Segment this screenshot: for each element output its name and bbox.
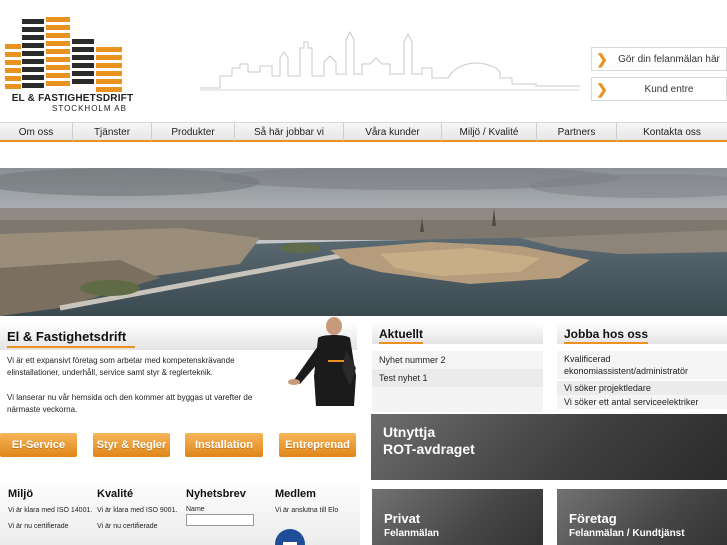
medlem-text: Vi är anslutna till Elo bbox=[275, 507, 339, 514]
foretag-subtitle: Felanmälan / Kundtjänst bbox=[569, 528, 685, 539]
kvalite-more-text: Vi är nu certifierade bbox=[97, 523, 158, 530]
aktuellt-title: Aktuellt bbox=[379, 327, 424, 341]
report-fault-button[interactable]: ❯ Gör din felanmälan här bbox=[591, 47, 727, 71]
intro-title-underline bbox=[7, 346, 135, 348]
jobba-panel: Jobba hos oss Kvalificerad ekonomiassist… bbox=[557, 322, 727, 412]
jobba-underline bbox=[564, 342, 648, 344]
privat-felanmalan-button[interactable]: Privat Felanmälan bbox=[372, 489, 543, 545]
city-skyline-illustration bbox=[200, 30, 580, 91]
job-item[interactable]: Kvalificerad ekonomiassistent/administra… bbox=[557, 351, 727, 379]
el-service-button[interactable]: El-Service bbox=[0, 433, 77, 457]
nav-item-tjanster[interactable]: Tjänster bbox=[73, 123, 152, 141]
nav-item-produkter[interactable]: Produkter bbox=[152, 123, 235, 141]
site-header: EL & FASTIGHETSDRIFT STOCKHOLM AB ❯ Gör … bbox=[0, 0, 727, 120]
privat-subtitle: Felanmälan bbox=[384, 528, 440, 539]
entreprenad-button[interactable]: Entreprenad bbox=[279, 433, 356, 457]
news-empty-row bbox=[372, 387, 543, 412]
logo-building-mid bbox=[46, 17, 94, 86]
electrician-photo bbox=[288, 317, 356, 406]
nyhetsbrev-title: Nyhetsbrev bbox=[186, 488, 246, 500]
main-nav: Om oss Tjänster Produkter Så här jobbar … bbox=[0, 122, 727, 142]
chevron-right-icon: ❯ bbox=[596, 50, 608, 67]
kvalite-text: Vi är klara med ISO 9001. bbox=[97, 507, 178, 514]
miljo-text: Vi är klara med ISO 14001. bbox=[8, 507, 93, 514]
bottom-info-section: Miljö Vi är klara med ISO 14001. Vi är n… bbox=[0, 476, 360, 545]
nav-item-partners[interactable]: Partners bbox=[537, 123, 617, 141]
nav-item-vara-kunder[interactable]: Våra kunder bbox=[344, 123, 442, 141]
chevron-right-icon: ❯ bbox=[596, 80, 608, 97]
newsletter-name-input[interactable] bbox=[186, 514, 254, 526]
foretag-title: Företag bbox=[569, 511, 617, 526]
news-item[interactable]: Test nyhet 1 bbox=[372, 369, 543, 387]
rot-line-1: Utnyttja bbox=[383, 424, 436, 440]
logo-subname: STOCKHOLM AB bbox=[52, 104, 127, 113]
logo-name: EL & FASTIGHETSDRIFT bbox=[11, 93, 134, 104]
newsletter-name-label: Name bbox=[186, 506, 205, 513]
medlem-column: Medlem Vi är anslutna till Elo bbox=[275, 488, 360, 516]
rot-line-2: ROT-avdraget bbox=[383, 441, 475, 457]
customer-entrance-button[interactable]: ❯ Kund entre bbox=[591, 77, 727, 101]
miljo-more-text: Vi är nu certifierade bbox=[8, 523, 69, 530]
aktuellt-underline bbox=[379, 342, 423, 344]
news-item[interactable]: Nyhet nummer 2 bbox=[372, 351, 543, 369]
nav-item-sa-har-jobbar-vi[interactable]: Så här jobbar vi bbox=[235, 123, 344, 141]
stockholm-panorama-image bbox=[0, 168, 727, 316]
foretag-felanmalan-button[interactable]: Företag Felanmälan / Kundtjänst bbox=[557, 489, 727, 545]
jobba-title: Jobba hos oss bbox=[564, 327, 649, 341]
job-item[interactable]: Vi söker projektledare bbox=[557, 381, 727, 395]
miljo-column: Miljö Vi är klara med ISO 14001. Vi är n… bbox=[8, 488, 93, 532]
installation-button[interactable]: Installation bbox=[185, 433, 263, 457]
job-item[interactable]: Vi söker ett antal serviceelektriker bbox=[557, 395, 727, 409]
intro-paragraph-1: Vi är ett expansivt företag som arbetar … bbox=[7, 356, 235, 377]
intro-paragraph-2: Vi lanserar nu vår hemsida och den komme… bbox=[7, 393, 253, 414]
aktuellt-panel: Aktuellt Nyhet nummer 2 Test nyhet 1 bbox=[372, 322, 543, 412]
miljo-title: Miljö bbox=[8, 488, 34, 500]
rot-avdraget-banner[interactable]: Utnyttja ROT-avdraget bbox=[371, 414, 727, 480]
nav-item-kontakta-oss[interactable]: Kontakta oss bbox=[617, 123, 727, 141]
kvalite-column: Kvalité Vi är klara med ISO 9001. Vi är … bbox=[97, 488, 182, 532]
kvalite-title: Kvalité bbox=[97, 488, 134, 500]
medlem-title: Medlem bbox=[275, 488, 316, 500]
nav-item-miljo-kvalite[interactable]: Miljö / Kvalité bbox=[442, 123, 537, 141]
nav-item-om-oss[interactable]: Om oss bbox=[0, 123, 73, 141]
privat-title: Privat bbox=[384, 511, 421, 526]
styr-regler-button[interactable]: Styr & Regler bbox=[93, 433, 170, 457]
nyhetsbrev-column: Nyhetsbrev Name bbox=[186, 488, 271, 526]
report-fault-label: Gör din felanmälan här bbox=[618, 53, 720, 65]
customer-entrance-label: Kund entre bbox=[644, 83, 694, 95]
logo-building-left bbox=[5, 19, 44, 89]
intro-title: El & Fastighetsdrift bbox=[7, 329, 127, 344]
logo-building-right bbox=[96, 47, 122, 92]
